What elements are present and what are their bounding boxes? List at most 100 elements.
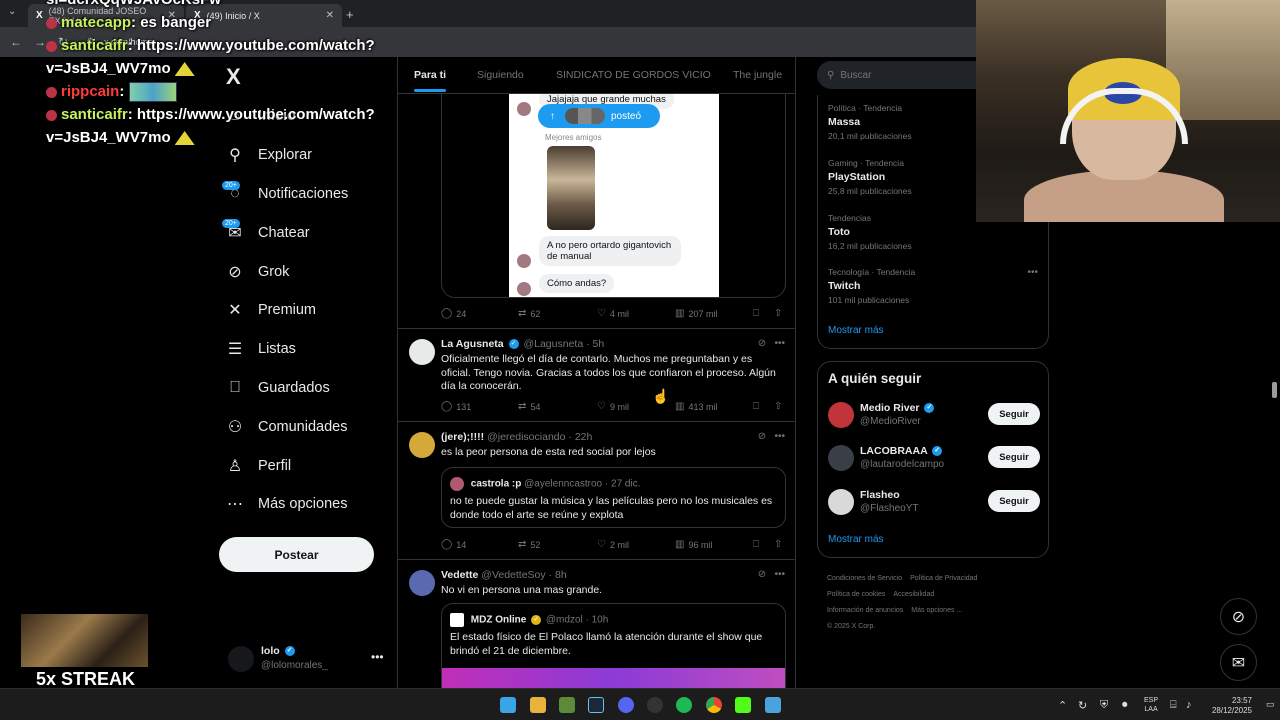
repost-button[interactable]: ⇄ 54: [518, 401, 540, 412]
tweet-time[interactable]: 22h: [575, 431, 593, 443]
clock[interactable]: 23:57 28/12/2025: [1208, 696, 1252, 716]
nav-item-chatear[interactable]: 20+ ✉ Chatear: [222, 213, 392, 252]
footer-link[interactable]: Política de cookies: [827, 591, 885, 598]
tweet[interactable]: (jere);!!!! @jeredisociando · 22h ⊘ ••• …: [398, 421, 795, 559]
nav-item-comunidades[interactable]: ⚇ Comunidades: [222, 407, 392, 446]
steam-icon[interactable]: [588, 697, 604, 713]
avatar[interactable]: [828, 402, 854, 428]
footer-link[interactable]: Condiciones de Servicio: [827, 575, 902, 582]
tweet-media[interactable]: Jajajaja que grande muchas ↑ posteó Mejo…: [441, 94, 786, 298]
messages-fab-icon[interactable]: ✉: [1220, 644, 1257, 681]
tweet-time[interactable]: 8h: [555, 569, 567, 581]
nav-item-notificaciones[interactable]: 20+ ◌ Notificaciones: [222, 175, 392, 214]
language-indicator[interactable]: ESP LAA: [1144, 696, 1158, 714]
views-button[interactable]: ▥ 413 mil: [675, 401, 717, 412]
file-explorer-icon[interactable]: [530, 697, 546, 713]
notepad-icon[interactable]: [765, 697, 781, 713]
tweet[interactable]: Vedette @VedetteSoy · 8h ⊘ ••• No vi en …: [398, 559, 795, 688]
more-icon[interactable]: •••: [774, 431, 785, 442]
avatar[interactable]: [409, 570, 435, 596]
follow-suggestion[interactable]: Medio River ✓ @MedioRiver Seguir: [828, 400, 1040, 430]
nav-item-premium[interactable]: ✕ Premium: [222, 291, 392, 330]
footer-link[interactable]: Información de anuncios: [827, 607, 903, 614]
follow-button[interactable]: Seguir: [988, 446, 1040, 468]
share-button[interactable]: ⇧: [774, 401, 786, 412]
repost-button[interactable]: ⇄ 52: [518, 539, 540, 550]
tweet-time[interactable]: 5h: [593, 338, 605, 350]
obs-icon[interactable]: [647, 697, 663, 713]
author-name[interactable]: (jere);!!!!: [441, 431, 484, 443]
grok-icon[interactable]: ⊘: [758, 569, 766, 580]
reply-button[interactable]: ◯ 14: [441, 539, 466, 550]
notification-icon[interactable]: ▭: [1266, 699, 1275, 710]
back-icon[interactable]: ←: [10, 35, 22, 49]
reply-button[interactable]: ◯ 24: [441, 308, 466, 319]
author-name[interactable]: La Agusneta: [441, 338, 504, 350]
show-more-trends-link[interactable]: Mostrar más: [828, 325, 884, 336]
more-icon[interactable]: •••: [774, 569, 785, 580]
like-button[interactable]: ♡ 9 mil: [597, 401, 629, 412]
more-icon[interactable]: •••: [774, 338, 785, 349]
tab-sindicato[interactable]: SINDICATO DE GORDOS VICIO: [556, 69, 711, 81]
more-icon[interactable]: •••: [1027, 267, 1038, 278]
follow-suggestion[interactable]: Flasheo @FlasheoYT Seguir: [828, 487, 1040, 517]
tweet[interactable]: La Agusneta ✓ @Lagusneta · 5h ⊘ ••• Ofic…: [398, 328, 795, 420]
kick-icon[interactable]: [735, 697, 751, 713]
nav-item-grok[interactable]: ⊘ Grok: [222, 252, 392, 291]
discord-icon[interactable]: [618, 697, 634, 713]
tab-para-ti[interactable]: Para ti: [414, 69, 447, 92]
reply-button[interactable]: ◯ 131: [441, 401, 471, 412]
avatar[interactable]: [828, 445, 854, 471]
post-button[interactable]: Postear: [219, 537, 374, 572]
scrollbar[interactable]: [1272, 382, 1277, 398]
like-button[interactable]: ♡ 4 mil: [597, 308, 629, 319]
spotify-icon[interactable]: [676, 697, 692, 713]
follow-suggestion[interactable]: LACOBRAAA ✓ @lautarodelcampo Seguir: [828, 443, 1040, 473]
start-icon[interactable]: [500, 697, 516, 713]
volume-icon[interactable]: ♪: [1186, 699, 1192, 711]
account-switcher[interactable]: lolo ✓ @lolomorales_ •••: [228, 644, 388, 676]
forward-icon[interactable]: →: [34, 35, 46, 49]
bookmark-button[interactable]: ⎕: [753, 308, 763, 319]
views-button[interactable]: ▥ 207 mil: [675, 308, 717, 319]
minecraft-icon[interactable]: [559, 697, 575, 713]
show-more-suggestions-link[interactable]: Mostrar más: [828, 534, 884, 545]
follow-button[interactable]: Seguir: [988, 403, 1040, 425]
avatar[interactable]: [409, 432, 435, 458]
grok-icon[interactable]: ⊘: [758, 431, 766, 442]
tab-search-icon[interactable]: ⌄: [8, 6, 16, 17]
footer-link[interactable]: Más opciones ...: [911, 607, 962, 614]
repost-button[interactable]: ⇄ 62: [518, 308, 540, 319]
quoted-tweet[interactable]: castrola :p @ayelenncastroo · 27 dic. no…: [441, 467, 786, 528]
new-posts-pill[interactable]: ↑ posteó: [538, 104, 660, 128]
more-icon[interactable]: •••: [371, 650, 384, 664]
author-name[interactable]: Vedette: [441, 569, 478, 581]
nav-item-guardados[interactable]: ⎕ Guardados: [222, 369, 392, 408]
grok-icon[interactable]: ⊘: [758, 338, 766, 349]
chevron-up-icon[interactable]: ⌃: [1058, 699, 1067, 712]
trend-item[interactable]: Tecnología · Tendencia Twitch 101 mil pu…: [828, 267, 1038, 305]
bookmark-button[interactable]: ⎕: [753, 401, 763, 412]
footer-link[interactable]: Accesibilidad: [893, 591, 934, 598]
mic-icon[interactable]: ⏺: [1122, 699, 1128, 712]
shield-icon[interactable]: ⛨: [1100, 699, 1108, 712]
like-button[interactable]: ♡ 2 mil: [597, 539, 629, 550]
avatar[interactable]: [828, 489, 854, 515]
network-icon[interactable]: ⌸: [1170, 699, 1177, 712]
views-button[interactable]: ▥ 96 mil: [675, 539, 712, 550]
footer-link[interactable]: Política de Privacidad: [910, 575, 977, 582]
sync-icon[interactable]: ↻: [1078, 699, 1087, 712]
share-button[interactable]: ⇧: [774, 308, 786, 319]
share-button[interactable]: ⇧: [774, 539, 786, 550]
quoted-tweet[interactable]: MDZ Online ✓ @mdzol · 10h El estado físi…: [441, 603, 786, 688]
tab-siguiendo[interactable]: Siguiendo: [477, 69, 524, 81]
nav-item-mas-opciones[interactable]: ⋯ Más opciones: [222, 485, 392, 524]
follow-button[interactable]: Seguir: [988, 490, 1040, 512]
bookmark-button[interactable]: ⎕: [753, 539, 763, 550]
nav-item-listas[interactable]: ☰ Listas: [222, 330, 392, 369]
grok-fab-icon[interactable]: ⊘: [1220, 598, 1257, 635]
tab-the-jungle[interactable]: The jungle: [733, 69, 782, 81]
chrome-icon[interactable]: [706, 697, 722, 713]
nav-item-perfil[interactable]: ♙ Perfil: [222, 446, 392, 485]
avatar[interactable]: [409, 339, 435, 365]
